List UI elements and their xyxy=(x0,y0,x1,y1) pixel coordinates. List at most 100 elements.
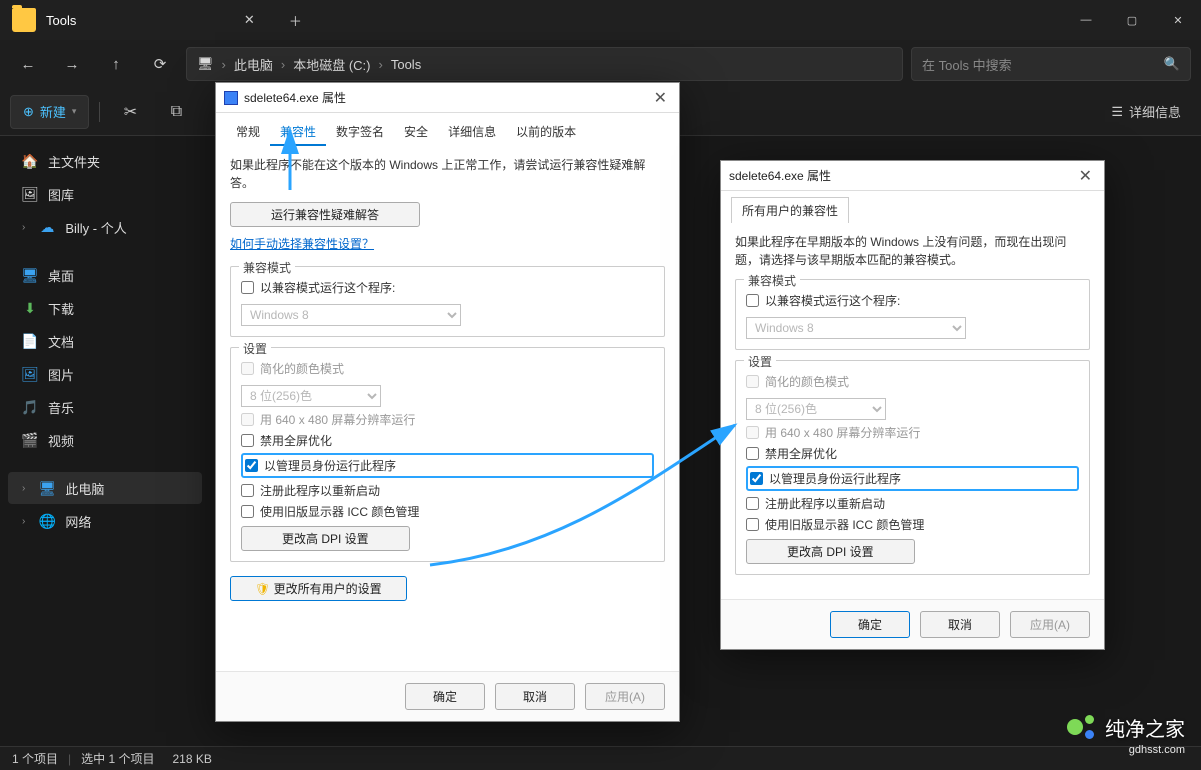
tab-details[interactable]: 详细信息 xyxy=(438,119,506,146)
icc-checkbox[interactable]: 使用旧版显示器 ICC 颜色管理 xyxy=(241,503,654,520)
tab-previous[interactable]: 以前的版本 xyxy=(506,119,586,146)
sidebar-item-documents[interactable]: 📄文档 xyxy=(8,325,202,357)
tab-general[interactable]: 常规 xyxy=(226,119,270,146)
compat-mode-section: 兼容模式 xyxy=(744,272,800,289)
search-icon: 🔍 xyxy=(1164,56,1180,72)
reduced-color-checkbox[interactable]: 简化的颜色模式 xyxy=(241,360,654,377)
up-button[interactable]: ↑ xyxy=(98,46,134,82)
maximize-button[interactable]: ▢ xyxy=(1109,0,1155,40)
sidebar-item-label: 图片 xyxy=(48,365,74,384)
res640-checkbox[interactable]: 用 640 x 480 屏幕分辨率运行 xyxy=(746,424,1079,441)
manual-settings-link[interactable]: 如何手动选择兼容性设置？ xyxy=(230,237,374,251)
details-label: 详细信息 xyxy=(1129,102,1181,121)
breadcrumb-item[interactable]: Tools xyxy=(391,57,421,72)
tab-security[interactable]: 安全 xyxy=(394,119,438,146)
sidebar-item-network[interactable]: ›🌐网络 xyxy=(8,505,202,537)
compat-os-select[interactable]: Windows 8 xyxy=(746,317,966,339)
disable-fullscreen-checkbox[interactable]: 禁用全屏优化 xyxy=(746,445,1079,462)
copy-button[interactable]: ⧉ xyxy=(156,95,196,129)
close-icon[interactable]: ✕ xyxy=(650,88,671,108)
pc-icon: 🖥 xyxy=(39,480,55,496)
ok-button[interactable]: 确定 xyxy=(830,611,910,638)
watermark-url: gdhsst.com xyxy=(1129,744,1185,756)
nav-toolbar: ← → ↑ ⟳ 🖥 › 此电脑 › 本地磁盘 (C:) › Tools 在 To… xyxy=(0,40,1201,88)
tab-signatures[interactable]: 数字签名 xyxy=(326,119,394,146)
res640-checkbox[interactable]: 用 640 x 480 屏幕分辨率运行 xyxy=(241,411,654,428)
new-button[interactable]: ⊕ 新建 ▾ xyxy=(10,95,89,129)
register-restart-checkbox[interactable]: 注册此程序以重新启动 xyxy=(241,482,654,499)
checkbox-label: 注册此程序以重新启动 xyxy=(765,495,885,512)
all-users-button[interactable]: 🛡 更改所有用户的设置 xyxy=(230,576,407,601)
app-icon xyxy=(224,91,238,105)
cancel-button[interactable]: 取消 xyxy=(495,683,575,710)
run-as-admin-checkbox[interactable]: 以管理员身份运行此程序 xyxy=(245,457,650,474)
ok-button[interactable]: 确定 xyxy=(405,683,485,710)
settings-section: 设置 xyxy=(239,340,271,357)
sidebar-item-desktop[interactable]: 🖥桌面 xyxy=(8,259,202,291)
color-bits-select[interactable]: 8 位(256)色 xyxy=(241,385,381,407)
breadcrumb-item[interactable]: 本地磁盘 (C:) xyxy=(293,55,370,74)
status-item-count: 1 个项目 xyxy=(12,750,58,767)
download-icon: ⬇ xyxy=(22,300,38,316)
tab-compatibility[interactable]: 兼容性 xyxy=(270,119,326,146)
run-as-admin-checkbox[interactable]: 以管理员身份运行此程序 xyxy=(750,470,1075,487)
tab-all-users-compat[interactable]: 所有用户的兼容性 xyxy=(731,197,849,223)
chevron-right-icon: › xyxy=(22,483,25,494)
high-dpi-button[interactable]: 更改高 DPI 设置 xyxy=(746,539,915,564)
icc-checkbox[interactable]: 使用旧版显示器 ICC 颜色管理 xyxy=(746,516,1079,533)
disable-fullscreen-checkbox[interactable]: 禁用全屏优化 xyxy=(241,432,654,449)
music-icon: 🎵 xyxy=(22,399,38,415)
sidebar-item-music[interactable]: 🎵音乐 xyxy=(8,391,202,423)
breadcrumb[interactable]: 🖥 › 此电脑 › 本地磁盘 (C:) › Tools xyxy=(186,47,903,81)
sidebar-item-label: 视频 xyxy=(48,431,74,450)
cut-button[interactable]: ✂ xyxy=(110,95,150,129)
compat-mode-checkbox[interactable]: 以兼容模式运行这个程序: xyxy=(241,279,654,296)
sidebar-item-home[interactable]: 🏠主文件夹 xyxy=(8,145,202,177)
close-button[interactable]: ✕ xyxy=(1155,0,1201,40)
gallery-icon: 🖼 xyxy=(22,186,38,202)
compat-mode-checkbox[interactable]: 以兼容模式运行这个程序: xyxy=(746,292,1079,309)
refresh-button[interactable]: ⟳ xyxy=(142,46,178,82)
compat-help-text: 如果此程序在早期版本的 Windows 上没有问题，而现在出现问题，请选择与该早… xyxy=(735,233,1090,269)
list-icon: ☰ xyxy=(1111,104,1123,120)
apply-button[interactable]: 应用(A) xyxy=(585,683,665,710)
network-icon: 🌐 xyxy=(39,513,55,529)
status-size: 218 KB xyxy=(172,752,211,766)
tab-close-icon[interactable]: ✕ xyxy=(226,12,272,28)
color-bits-select[interactable]: 8 位(256)色 xyxy=(746,398,886,420)
chevron-down-icon: ▾ xyxy=(72,106,77,117)
back-button[interactable]: ← xyxy=(10,46,46,82)
status-selected-count: 选中 1 个项目 xyxy=(81,750,154,767)
breadcrumb-item[interactable]: 此电脑 xyxy=(234,55,273,74)
button-label: 更改所有用户的设置 xyxy=(274,582,382,596)
sidebar-item-label: 图库 xyxy=(48,185,74,204)
sidebar-item-thispc[interactable]: ›🖥此电脑 xyxy=(8,472,202,504)
forward-button[interactable]: → xyxy=(54,46,90,82)
compat-os-select[interactable]: Windows 8 xyxy=(241,304,461,326)
register-restart-checkbox[interactable]: 注册此程序以重新启动 xyxy=(746,495,1079,512)
sidebar-item-onedrive[interactable]: ›☁Billy - 个人 xyxy=(8,211,202,243)
pc-icon: 🖥 xyxy=(197,56,214,72)
dialog-title: sdelete64.exe 属性 xyxy=(729,167,831,184)
close-icon[interactable]: ✕ xyxy=(1075,166,1096,186)
sidebar-item-pictures[interactable]: 🖼 图片 xyxy=(8,358,202,390)
sidebar-item-gallery[interactable]: 🖼 图库 xyxy=(8,178,202,210)
new-tab-button[interactable]: ＋ xyxy=(272,11,318,30)
search-placeholder: 在 Tools 中搜索 xyxy=(922,55,1012,74)
reduced-color-checkbox[interactable]: 简化的颜色模式 xyxy=(746,373,1079,390)
pictures-icon: 🖼 xyxy=(22,366,38,382)
search-input[interactable]: 在 Tools 中搜索 🔍 xyxy=(911,47,1191,81)
checkbox-label: 使用旧版显示器 ICC 颜色管理 xyxy=(260,503,419,520)
cancel-button[interactable]: 取消 xyxy=(920,611,1000,638)
high-dpi-button[interactable]: 更改高 DPI 设置 xyxy=(241,526,410,551)
properties-dialog-2: sdelete64.exe 属性 ✕ 所有用户的兼容性 如果此程序在早期版本的 … xyxy=(720,160,1105,650)
sidebar-item-videos[interactable]: 🎬视频 xyxy=(8,424,202,456)
sidebar-item-downloads[interactable]: ⬇下载 xyxy=(8,292,202,324)
minimize-button[interactable]: ― xyxy=(1063,0,1109,40)
dialog-titlebar: sdelete64.exe 属性 ✕ xyxy=(721,161,1104,191)
details-button[interactable]: ☰ 详细信息 xyxy=(1101,102,1191,121)
troubleshoot-button[interactable]: 运行兼容性疑难解答 xyxy=(230,202,420,227)
dialog-tabs: 所有用户的兼容性 xyxy=(721,191,1104,223)
apply-button[interactable]: 应用(A) xyxy=(1010,611,1090,638)
desktop-icon: 🖥 xyxy=(22,267,38,283)
